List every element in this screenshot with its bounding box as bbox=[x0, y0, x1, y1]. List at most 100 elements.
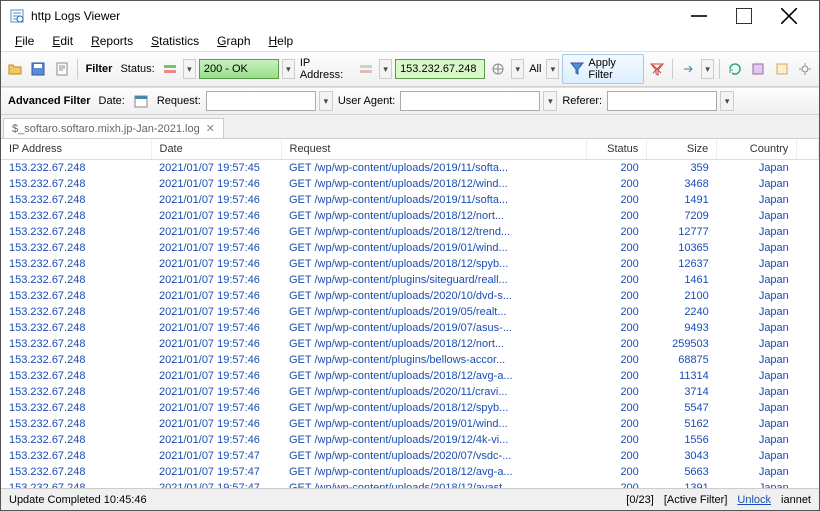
status-value[interactable]: 200 - OK bbox=[199, 59, 279, 79]
table-row[interactable]: 153.232.67.2482021/01/07 19:57:47GET /wp… bbox=[1, 480, 819, 488]
status-picker-icon[interactable] bbox=[160, 58, 180, 80]
col-date[interactable]: Date bbox=[151, 139, 281, 160]
col-ip[interactable]: IP Address bbox=[1, 139, 151, 160]
table-row[interactable]: 153.232.67.2482021/01/07 19:57:46GET /wp… bbox=[1, 368, 819, 384]
cell-ip: 153.232.67.248 bbox=[1, 272, 151, 288]
cell-size: 1461 bbox=[647, 272, 717, 288]
menu-graph[interactable]: Graph bbox=[209, 32, 258, 50]
useragent-dropdown[interactable]: ▾ bbox=[543, 91, 557, 111]
table-row[interactable]: 153.232.67.2482021/01/07 19:57:45GET /wp… bbox=[1, 160, 819, 177]
close-button[interactable] bbox=[766, 1, 811, 31]
maximize-button[interactable] bbox=[721, 1, 766, 31]
cell-country: Japan bbox=[717, 368, 797, 384]
table-row[interactable]: 153.232.67.2482021/01/07 19:57:46GET /wp… bbox=[1, 208, 819, 224]
cell-country: Japan bbox=[717, 288, 797, 304]
cell-ip: 153.232.67.248 bbox=[1, 368, 151, 384]
all-dropdown[interactable]: ▾ bbox=[546, 59, 559, 79]
cell-date: 2021/01/07 19:57:47 bbox=[151, 464, 281, 480]
close-tab-icon[interactable]: ✕ bbox=[206, 122, 215, 135]
col-country[interactable]: Country bbox=[717, 139, 797, 160]
table-row[interactable]: 153.232.67.2482021/01/07 19:57:46GET /wp… bbox=[1, 432, 819, 448]
file-tab[interactable]: $_softaro.softaro.mixh.jp-Jan-2021.log ✕ bbox=[3, 118, 224, 138]
cell-request: GET /wp/wp-content/uploads/2019/07/asus-… bbox=[281, 320, 587, 336]
request-dropdown[interactable]: ▾ bbox=[319, 91, 333, 111]
cell-country: Japan bbox=[717, 400, 797, 416]
ip-action-button[interactable] bbox=[488, 58, 508, 80]
table-row[interactable]: 153.232.67.2482021/01/07 19:57:46GET /wp… bbox=[1, 240, 819, 256]
table-row[interactable]: 153.232.67.2482021/01/07 19:57:46GET /wp… bbox=[1, 304, 819, 320]
minimize-button[interactable] bbox=[676, 1, 721, 31]
table-row[interactable]: 153.232.67.2482021/01/07 19:57:47GET /wp… bbox=[1, 464, 819, 480]
cell-country: Japan bbox=[717, 208, 797, 224]
next-match-button[interactable] bbox=[678, 58, 698, 80]
ip-action-dropdown[interactable]: ▾ bbox=[511, 59, 524, 79]
table-row[interactable]: 153.232.67.2482021/01/07 19:57:46GET /wp… bbox=[1, 288, 819, 304]
col-size[interactable]: Size bbox=[647, 139, 717, 160]
table-row[interactable]: 153.232.67.2482021/01/07 19:57:46GET /wp… bbox=[1, 192, 819, 208]
table-row[interactable]: 153.232.67.2482021/01/07 19:57:46GET /wp… bbox=[1, 224, 819, 240]
status-update: Update Completed 10:45:46 bbox=[9, 494, 147, 506]
menu-reports[interactable]: Reports bbox=[83, 32, 141, 50]
file-tab-label: $_softaro.softaro.mixh.jp-Jan-2021.log bbox=[12, 123, 200, 135]
log-table-wrap[interactable]: IP Address Date Request Status Size Coun… bbox=[1, 139, 819, 488]
cell-date: 2021/01/07 19:57:46 bbox=[151, 432, 281, 448]
advanced-filter-label: Advanced Filter bbox=[5, 95, 94, 107]
cell-country: Japan bbox=[717, 176, 797, 192]
tool-b-button[interactable] bbox=[771, 58, 791, 80]
cell-spacer bbox=[797, 432, 819, 448]
table-row[interactable]: 153.232.67.2482021/01/07 19:57:46GET /wp… bbox=[1, 416, 819, 432]
table-row[interactable]: 153.232.67.2482021/01/07 19:57:46GET /wp… bbox=[1, 352, 819, 368]
cell-country: Japan bbox=[717, 192, 797, 208]
cell-spacer bbox=[797, 368, 819, 384]
menu-file[interactable]: File bbox=[7, 32, 42, 50]
titlebar: http Logs Viewer bbox=[1, 1, 819, 31]
cell-spacer bbox=[797, 400, 819, 416]
export-button[interactable] bbox=[51, 58, 71, 80]
table-row[interactable]: 153.232.67.2482021/01/07 19:57:46GET /wp… bbox=[1, 320, 819, 336]
menu-edit[interactable]: Edit bbox=[44, 32, 81, 50]
menu-help[interactable]: Help bbox=[261, 32, 302, 50]
cell-country: Japan bbox=[717, 272, 797, 288]
apply-filter-button[interactable]: Apply Filter bbox=[562, 54, 643, 84]
col-request[interactable]: Request bbox=[281, 139, 587, 160]
table-row[interactable]: 153.232.67.2482021/01/07 19:57:46GET /wp… bbox=[1, 400, 819, 416]
menu-statistics[interactable]: Statistics bbox=[143, 32, 207, 50]
referer-dropdown[interactable]: ▾ bbox=[720, 91, 734, 111]
useragent-input[interactable] bbox=[400, 91, 540, 111]
table-row[interactable]: 153.232.67.2482021/01/07 19:57:46GET /wp… bbox=[1, 256, 819, 272]
table-row[interactable]: 153.232.67.2482021/01/07 19:57:47GET /wp… bbox=[1, 448, 819, 464]
app-icon bbox=[9, 8, 25, 24]
cell-spacer bbox=[797, 176, 819, 192]
ip-label: IP Address: bbox=[298, 57, 353, 81]
table-row[interactable]: 153.232.67.2482021/01/07 19:57:46GET /wp… bbox=[1, 272, 819, 288]
ip-picker-icon[interactable] bbox=[356, 58, 376, 80]
ip-input[interactable] bbox=[395, 59, 485, 79]
date-picker-button[interactable] bbox=[130, 90, 152, 112]
cell-date: 2021/01/07 19:57:47 bbox=[151, 448, 281, 464]
cell-status: 200 bbox=[587, 272, 647, 288]
referer-input[interactable] bbox=[607, 91, 717, 111]
tool-a-button[interactable] bbox=[748, 58, 768, 80]
cell-ip: 153.232.67.248 bbox=[1, 176, 151, 192]
clear-filter-button[interactable] bbox=[647, 58, 667, 80]
ip-picker-dropdown[interactable]: ▾ bbox=[379, 59, 392, 79]
status-picker-dropdown[interactable]: ▾ bbox=[183, 59, 196, 79]
save-button[interactable] bbox=[28, 58, 48, 80]
status-value-dropdown[interactable]: ▾ bbox=[282, 59, 295, 79]
cell-status: 200 bbox=[587, 288, 647, 304]
request-input[interactable] bbox=[206, 91, 316, 111]
settings-button[interactable] bbox=[795, 58, 815, 80]
col-status[interactable]: Status bbox=[587, 139, 647, 160]
unlock-link[interactable]: Unlock bbox=[737, 494, 771, 506]
cell-status: 200 bbox=[587, 400, 647, 416]
refresh-button[interactable] bbox=[725, 58, 745, 80]
cell-size: 3043 bbox=[647, 448, 717, 464]
cell-country: Japan bbox=[717, 304, 797, 320]
next-match-dropdown[interactable]: ▾ bbox=[701, 59, 714, 79]
cell-ip: 153.232.67.248 bbox=[1, 448, 151, 464]
table-row[interactable]: 153.232.67.2482021/01/07 19:57:46GET /wp… bbox=[1, 176, 819, 192]
table-row[interactable]: 153.232.67.2482021/01/07 19:57:46GET /wp… bbox=[1, 336, 819, 352]
cell-spacer bbox=[797, 336, 819, 352]
open-button[interactable] bbox=[5, 58, 25, 80]
table-row[interactable]: 153.232.67.2482021/01/07 19:57:46GET /wp… bbox=[1, 384, 819, 400]
